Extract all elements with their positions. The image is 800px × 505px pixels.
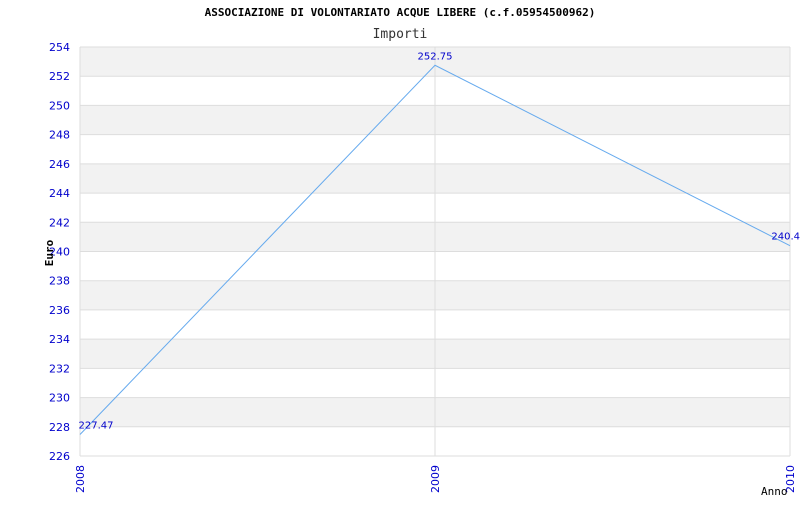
y-tick-label: 244 bbox=[49, 187, 70, 200]
y-tick-label: 238 bbox=[49, 275, 70, 288]
chart: ASSOCIAZIONE DI VOLONTARIATO ACQUE LIBER… bbox=[0, 0, 800, 500]
y-tick-label: 230 bbox=[49, 392, 70, 405]
y-tick-label: 254 bbox=[49, 41, 70, 54]
x-tick-label: 2009 bbox=[429, 465, 442, 493]
chart-subtitle: Importi bbox=[373, 27, 428, 42]
data-label: 252.75 bbox=[418, 51, 453, 62]
y-tick-label: 242 bbox=[49, 216, 70, 229]
y-tick-label: 248 bbox=[49, 129, 70, 142]
y-tick-label: 250 bbox=[49, 99, 70, 112]
y-tick-label: 232 bbox=[49, 362, 70, 375]
y-tick-label: 228 bbox=[49, 421, 70, 434]
y-tick-label: 234 bbox=[49, 333, 70, 346]
plot-background bbox=[80, 47, 790, 456]
x-axis-ticks: 200820092010 bbox=[74, 465, 797, 493]
data-label: 227.47 bbox=[79, 421, 114, 432]
x-axis-label: Anno bbox=[761, 485, 788, 498]
y-tick-label: 226 bbox=[49, 450, 70, 463]
y-tick-label: 236 bbox=[49, 304, 70, 317]
y-tick-label: 252 bbox=[49, 70, 70, 83]
chart-title: ASSOCIAZIONE DI VOLONTARIATO ACQUE LIBER… bbox=[205, 6, 596, 19]
x-tick-label: 2008 bbox=[74, 465, 87, 493]
y-tick-label: 246 bbox=[49, 158, 70, 171]
data-label: 240.4 bbox=[771, 232, 800, 243]
y-axis-label: Euro bbox=[43, 239, 56, 266]
line-chart: ASSOCIAZIONE DI VOLONTARIATO ACQUE LIBER… bbox=[0, 0, 800, 500]
